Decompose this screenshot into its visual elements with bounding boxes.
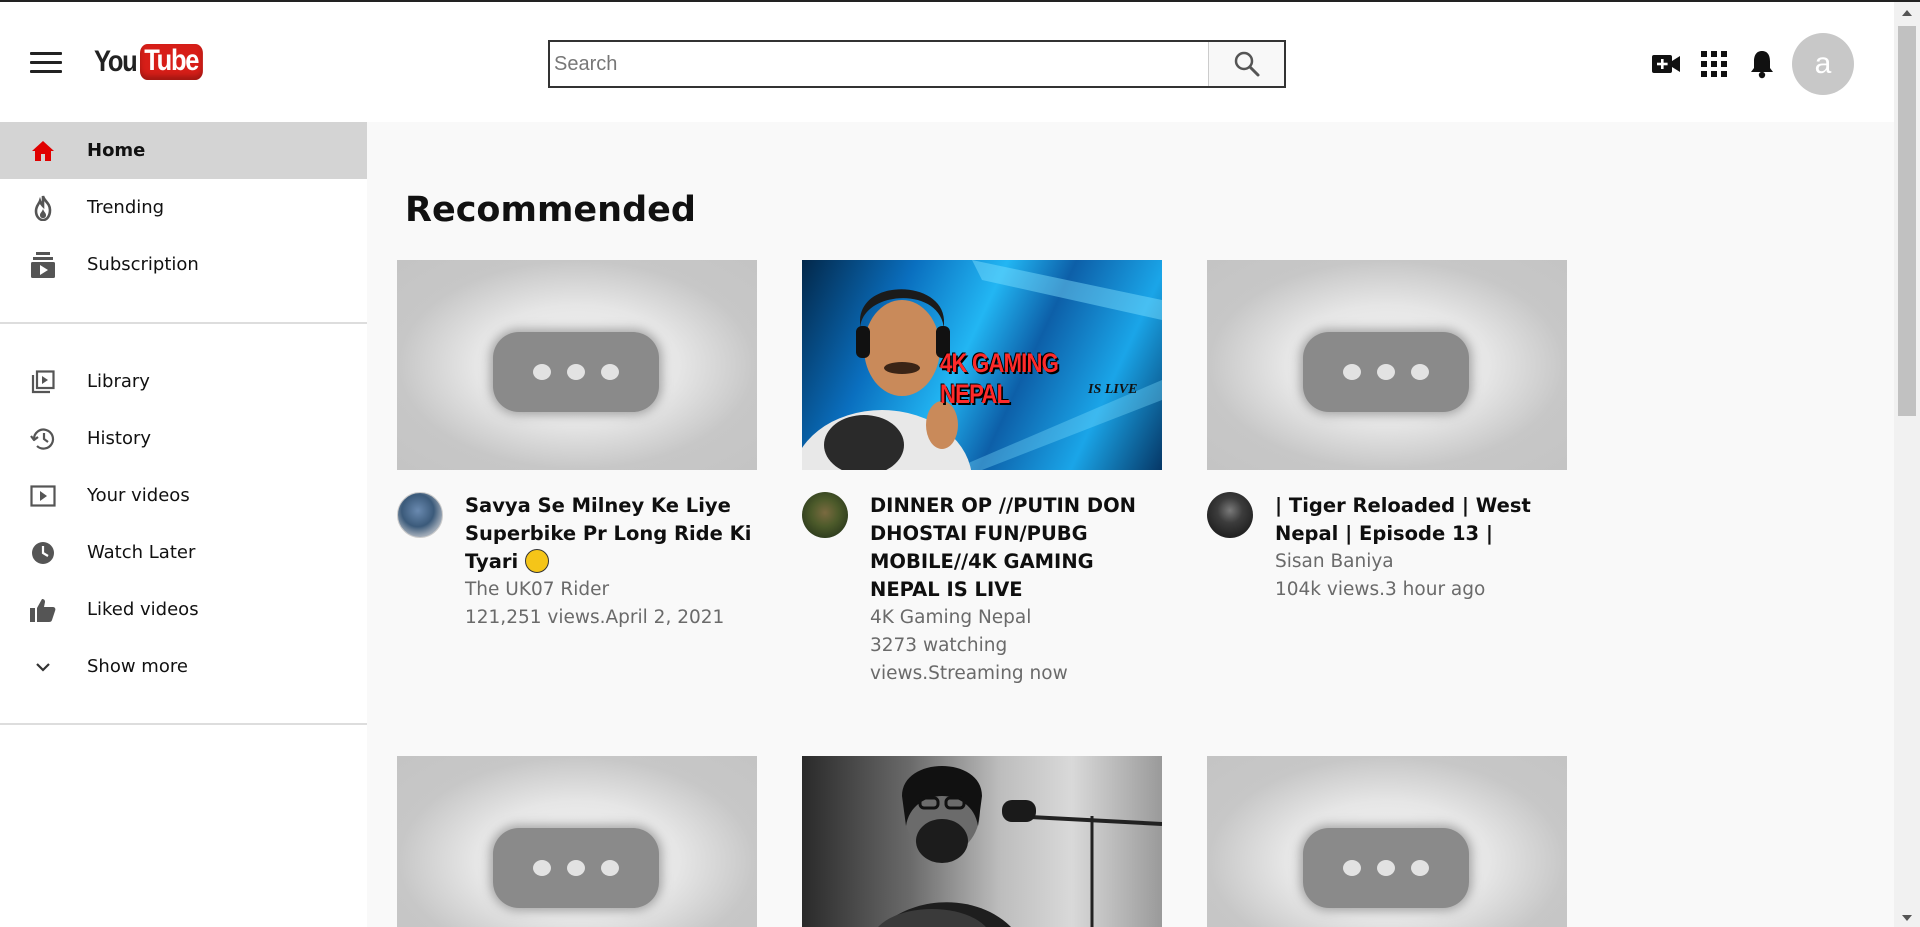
sidebar-item-label: History <box>87 428 152 449</box>
video-thumbnail[interactable] <box>397 756 757 927</box>
menu-icon[interactable] <box>30 52 62 76</box>
video-card: | Tiger Reloaded | West Nepal | Episode … <box>1207 260 1567 604</box>
channel-name[interactable]: The UK07 Rider <box>465 576 757 604</box>
sidebar-item-label: Liked videos <box>87 599 199 620</box>
placeholder-icon <box>493 332 659 412</box>
sidebar-item-label: Library <box>87 371 150 392</box>
sidebar-item-liked-videos[interactable]: Liked videos <box>0 581 367 638</box>
sidebar-item-home[interactable]: Home <box>0 122 367 179</box>
sidebar: Home Trending Subscription Library Histo… <box>0 122 367 927</box>
search-button[interactable] <box>1208 42 1284 86</box>
video-card: 4K GAMING NEPAL IS LIVE DINNER OP //PUTI… <box>802 260 1162 688</box>
create-video-icon[interactable] <box>1650 48 1682 80</box>
sidebar-item-library[interactable]: Library <box>0 353 367 410</box>
musician-thumbnail-art <box>878 766 1162 927</box>
library-icon <box>29 368 57 396</box>
channel-avatar[interactable] <box>1207 492 1253 538</box>
video-thumbnail[interactable] <box>1207 756 1567 927</box>
sidebar-item-your-videos[interactable]: Your videos <box>0 467 367 524</box>
video-stats: 121,251 views.April 2, 2021 <box>465 607 725 628</box>
youtube-logo[interactable]: You Tube <box>94 42 214 82</box>
search-input[interactable] <box>550 42 1208 86</box>
video-title[interactable]: | Tiger Reloaded | West Nepal | Episode … <box>1275 492 1567 548</box>
page-scrollbar[interactable] <box>1894 2 1920 927</box>
section-title: Recommended <box>405 190 696 230</box>
search-bar <box>548 40 1286 88</box>
thumbnail-subtitle-text: IS LIVE <box>1088 382 1138 397</box>
logo-you-text: You <box>94 45 138 78</box>
history-icon <box>29 425 57 453</box>
video-card <box>1207 756 1567 927</box>
video-card: Savya Se Milney Ke Liye Superbike Pr Lon… <box>397 260 757 632</box>
your-videos-icon <box>29 482 57 510</box>
clock-icon <box>29 539 57 567</box>
placeholder-icon <box>493 828 659 908</box>
channel-avatar[interactable] <box>397 492 443 538</box>
video-thumbnail[interactable] <box>1207 260 1567 470</box>
sidebar-item-label: Watch Later <box>87 542 196 563</box>
video-thumbnail[interactable] <box>397 260 757 470</box>
home-icon <box>29 137 57 165</box>
user-avatar[interactable]: a <box>1792 33 1854 95</box>
top-header: You Tube a <box>0 2 1894 122</box>
video-card <box>397 756 757 927</box>
scroll-up-arrow-icon[interactable] <box>1894 2 1920 24</box>
video-title[interactable]: DINNER OP //PUTIN DON DHOSTAI FUN/PUBG M… <box>870 492 1162 604</box>
sidebar-item-label: Subscription <box>87 254 199 275</box>
video-thumbnail[interactable]: 4K GAMING NEPAL IS LIVE <box>802 260 1162 470</box>
sidebar-item-show-more[interactable]: Show more <box>0 638 367 695</box>
sidebar-item-watch-later[interactable]: Watch Later <box>0 524 367 581</box>
sidebar-divider <box>0 723 367 725</box>
channel-avatar[interactable] <box>802 492 848 538</box>
sidebar-item-label: Trending <box>87 197 165 218</box>
logo-tube-text: Tube <box>139 44 204 80</box>
sidebar-divider <box>0 322 367 324</box>
search-icon <box>1234 51 1259 77</box>
sidebar-item-subscription[interactable]: Subscription <box>0 236 367 293</box>
video-title[interactable]: Savya Se Milney Ke Liye Superbike Pr Lon… <box>465 492 757 576</box>
channel-name[interactable]: 4K Gaming Nepal <box>870 604 1162 632</box>
video-stats: 3273 watching views.Streaming now <box>870 635 1068 684</box>
sidebar-item-label: Show more <box>87 656 188 677</box>
apps-grid-icon[interactable] <box>1698 48 1730 80</box>
grinning-emoji-icon <box>524 548 549 573</box>
thumbs-up-icon <box>29 596 57 624</box>
placeholder-icon <box>1303 332 1469 412</box>
subscription-icon <box>29 251 57 279</box>
fire-icon <box>29 194 57 222</box>
sidebar-item-label: Your videos <box>87 485 190 506</box>
scroll-down-arrow-icon[interactable] <box>1894 907 1920 927</box>
sidebar-item-history[interactable]: History <box>0 410 367 467</box>
thumbnail-title-text: 4K GAMING NEPAL <box>940 348 1059 409</box>
chevron-down-icon <box>29 653 57 681</box>
notifications-bell-icon[interactable] <box>1746 48 1778 80</box>
video-thumbnail[interactable] <box>802 756 1162 927</box>
video-card <box>802 756 1162 927</box>
channel-name[interactable]: Sisan Baniya <box>1275 548 1567 576</box>
video-stats: 104k views.3 hour ago <box>1275 579 1486 600</box>
placeholder-icon <box>1303 828 1469 908</box>
sidebar-item-trending[interactable]: Trending <box>0 179 367 236</box>
main-content: Recommended Savya Se Milney Ke Liye Supe… <box>367 122 1894 927</box>
sidebar-item-label: Home <box>87 140 146 161</box>
scrollbar-thumb[interactable] <box>1898 26 1916 416</box>
